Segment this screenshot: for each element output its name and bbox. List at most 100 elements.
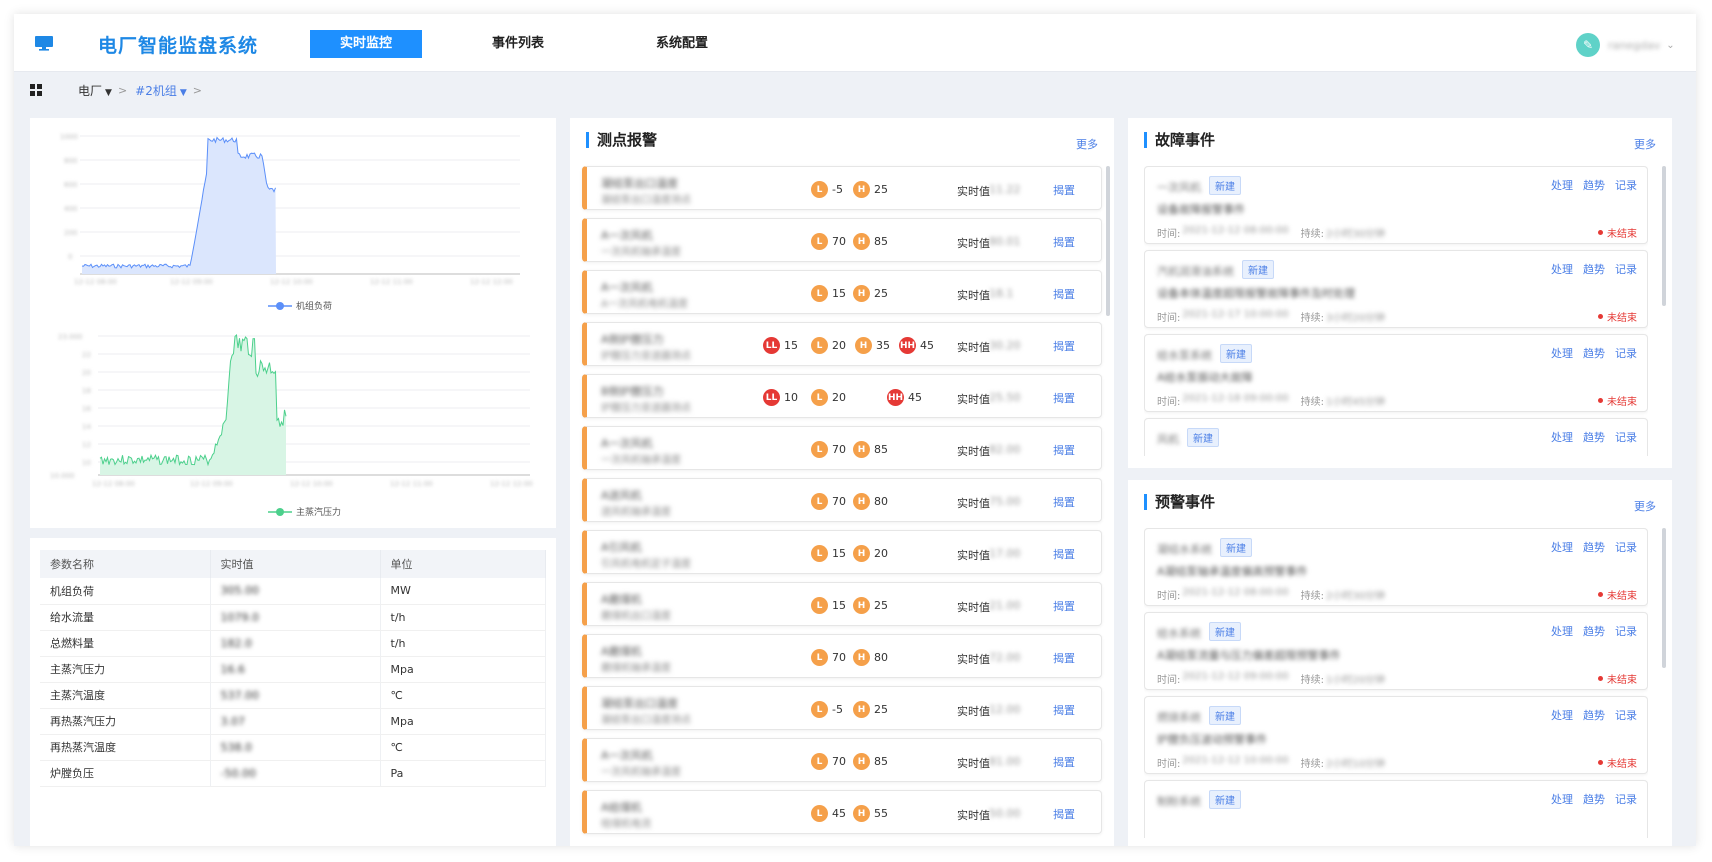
record-button[interactable]: 记录	[1615, 791, 1637, 807]
nav-event-list[interactable]: 事件列表	[462, 30, 574, 58]
limit-l-icon: L	[811, 649, 828, 666]
handle-button[interactable]: 处理	[1551, 623, 1573, 639]
limit-l: L -5	[811, 701, 843, 718]
more-link[interactable]: 更多	[1634, 498, 1656, 514]
trend-button[interactable]: 趋势	[1583, 345, 1605, 361]
list-item[interactable]: 凝结泵出口温度 凝结泵出口温度测点 L -5 H 25 实时值 12.00 揭置	[582, 686, 1102, 730]
table-row: 机组负荷 305.00 MW	[40, 578, 546, 605]
avatar[interactable]: ✎	[1576, 33, 1600, 57]
breadcrumb-plant[interactable]: 电厂 ▼	[78, 82, 112, 99]
limit-h-icon: H	[853, 545, 870, 562]
scrollbar[interactable]	[1106, 166, 1110, 316]
event-time: 时间: 2021-12-17 10:00:00 持续: 3小时20分钟	[1157, 309, 1386, 324]
chevron-right-icon: >	[192, 83, 202, 97]
user-menu[interactable]: ✎ ranegdav ⌄	[1576, 32, 1675, 58]
list-item[interactable]: A引风机 引风机电机定子温度 L 15 H 20 实时值 17.00 揭置	[582, 530, 1102, 574]
list-item[interactable]: A一次风机 一次风机轴承温度 L 70 H 85 实时值 80.01 揭置	[582, 218, 1102, 262]
acknowledge-button[interactable]: 揭置	[1053, 338, 1075, 354]
list-item[interactable]: A一次风机 一次风机轴承温度 L 70 H 85 实时值 82.00 揭置	[582, 426, 1102, 470]
limit-l-icon: L	[811, 285, 828, 302]
trend-button[interactable]: 趋势	[1583, 791, 1605, 807]
list-item[interactable]: 凝结泵出口温度 凝结泵出口温度测点 L -5 H 25 实时值 11.22 揭置	[582, 166, 1102, 210]
event-actions: 处理 趋势 记录	[1551, 791, 1637, 807]
trend-button[interactable]: 趋势	[1583, 539, 1605, 555]
acknowledge-button[interactable]: 揭置	[1053, 182, 1075, 198]
handle-button[interactable]: 处理	[1551, 539, 1573, 555]
acknowledge-button[interactable]: 揭置	[1053, 806, 1075, 822]
list-item[interactable]: A一次风机 A一次风机电机温度 L 15 H 25 实时值 18.1 揭置	[582, 270, 1102, 314]
list-item[interactable]: A一次风机 一次风机轴承温度 L 70 H 85 实时值 81.00 揭置	[582, 738, 1102, 782]
list-item[interactable]: A磨煤机 磨煤机轴承温度 L 70 H 80 实时值 72.00 揭置	[582, 634, 1102, 678]
list-item[interactable]: 给水系统 新建 处理 趋势 记录 A凝结泵流量与压力偏差超限预警事件 时间: 2021-12-…	[1144, 612, 1648, 690]
list-item[interactable]: 给水泵系统 新建 处理 趋势 记录 A给水泵振动大故障 时间: 2021-12-18 09:0…	[1144, 334, 1648, 412]
nav-system-config[interactable]: 系统配置	[626, 30, 738, 58]
scrollbar[interactable]	[1662, 528, 1666, 668]
list-item[interactable]: 制粉系统新建处理趋势记录时间:持续:未结束	[1144, 780, 1648, 838]
record-button[interactable]: 记录	[1615, 429, 1637, 445]
acknowledge-button[interactable]: 揭置	[1053, 234, 1075, 250]
more-link[interactable]: 更多	[1076, 136, 1098, 152]
acknowledge-button[interactable]: 揭置	[1053, 546, 1075, 562]
breadcrumb-unit[interactable]: #2机组 ▼	[135, 82, 187, 99]
handle-button[interactable]: 处理	[1551, 177, 1573, 193]
record-button[interactable]: 记录	[1615, 707, 1637, 723]
handle-button[interactable]: 处理	[1551, 429, 1573, 445]
acknowledge-button[interactable]: 揭置	[1053, 494, 1075, 510]
realtime-value: 17.00	[989, 547, 1021, 560]
status-badge: 新建	[1209, 790, 1241, 809]
trend-charts-card: 1000 800 600 400 200 0 12-12 08:00 12-12 09:0…	[30, 118, 556, 528]
realtime-value: 81.00	[989, 755, 1021, 768]
record-button[interactable]: 记录	[1615, 177, 1637, 193]
handle-button[interactable]: 处理	[1551, 707, 1573, 723]
handle-button[interactable]: 处理	[1551, 261, 1573, 277]
handle-button[interactable]: 处理	[1551, 345, 1573, 361]
list-item[interactable]: A磨煤机 磨煤机出口温度 L 15 H 25 实时值 21.00 揭置	[582, 582, 1102, 626]
chevron-down-icon[interactable]: ⌄	[1666, 40, 1674, 51]
trend-button[interactable]: 趋势	[1583, 177, 1605, 193]
acknowledge-button[interactable]: 揭置	[1053, 650, 1075, 666]
record-button[interactable]: 记录	[1615, 623, 1637, 639]
acknowledge-button[interactable]: 揭置	[1053, 598, 1075, 614]
svg-text:12-12 11:00: 12-12 11:00	[390, 480, 433, 488]
list-item[interactable]: A给煤机 给煤机电流 L 45 H 55 实时值 50.00 揭置	[582, 790, 1102, 834]
app-frame: 电厂智能监盘系统 实时监控 事件列表 系统配置 ✎ ranegdav ⌄ 电厂 ▼…	[14, 14, 1696, 846]
list-item[interactable]: A送风机 送风机轴承温度 L 70 H 80 实时值 75.00 揭置	[582, 478, 1102, 522]
scrollbar[interactable]	[1662, 166, 1666, 306]
trend-button[interactable]: 趋势	[1583, 261, 1605, 277]
limit-l-icon: L	[811, 181, 828, 198]
trend-button[interactable]: 趋势	[1583, 623, 1605, 639]
realtime-label: 实时值	[957, 549, 990, 562]
limit-l-icon: L	[811, 441, 828, 458]
list-item[interactable]: B侧炉膛压力 炉膛压力变送器测点 LL 10 L 20 HH 45 实时值 25.50 揭置	[582, 374, 1102, 418]
record-button[interactable]: 记录	[1615, 539, 1637, 555]
acknowledge-button[interactable]: 揭置	[1053, 390, 1075, 406]
svg-text:14: 14	[82, 423, 91, 431]
list-item[interactable]: 风机新建处理趋势记录时间:持续:未结束	[1144, 418, 1648, 456]
list-item[interactable]: 汽机润滑油系统 新建 处理 趋势 记录 设备本体温度超限报警故障事件及时处理 时间: 2021…	[1144, 250, 1648, 328]
nav-realtime-monitor[interactable]: 实时监控	[310, 30, 422, 58]
event-list: 凝结水系统 新建 处理 趋势 记录 A凝结泵轴承温度偏高预警事件 时间: 2021-12-12…	[1144, 528, 1648, 838]
alarm-list: 凝结泵出口温度 凝结泵出口温度测点 L -5 H 25 实时值 11.22 揭置 A一次风机 一次风…	[582, 166, 1102, 842]
grid-menu-icon[interactable]	[30, 84, 42, 96]
handle-button[interactable]: 处理	[1551, 791, 1573, 807]
param-name: 再热蒸汽压力	[40, 708, 211, 735]
acknowledge-button[interactable]: 揭置	[1053, 754, 1075, 770]
alarm-point-desc: 凝结泵出口温度测点	[601, 195, 691, 206]
trend-button[interactable]: 趋势	[1583, 707, 1605, 723]
top-chart-area	[82, 137, 276, 274]
more-link[interactable]: 更多	[1634, 136, 1656, 152]
list-item[interactable]: A侧炉膛压力 炉膛压力变送器测点 LL 15 L 20 H 35 HH 45 实时值 30.20 揭置	[582, 322, 1102, 366]
acknowledge-button[interactable]: 揭置	[1053, 702, 1075, 718]
svg-text:12-12 11:00: 12-12 11:00	[370, 278, 413, 286]
acknowledge-button[interactable]: 揭置	[1053, 442, 1075, 458]
list-item[interactable]: 燃烧系统 新建 处理 趋势 记录 炉膛负压波动预警事件 时间: 2021-12-12 10:0…	[1144, 696, 1648, 774]
limit-l: L 15	[811, 597, 846, 614]
svg-text:12-12 10:00: 12-12 10:00	[290, 480, 333, 488]
trend-button[interactable]: 趋势	[1583, 429, 1605, 445]
record-button[interactable]: 记录	[1615, 261, 1637, 277]
list-item[interactable]: 凝结水系统 新建 处理 趋势 记录 A凝结泵轴承温度偏高预警事件 时间: 2021-12-12…	[1144, 528, 1648, 606]
record-button[interactable]: 记录	[1615, 345, 1637, 361]
list-item[interactable]: 一次风机 新建 处理 趋势 记录 设备故障报警事件 时间: 2021-12-12 08:00:…	[1144, 166, 1648, 244]
acknowledge-button[interactable]: 揭置	[1053, 286, 1075, 302]
event-source: 汽机润滑油系统	[1157, 265, 1234, 278]
